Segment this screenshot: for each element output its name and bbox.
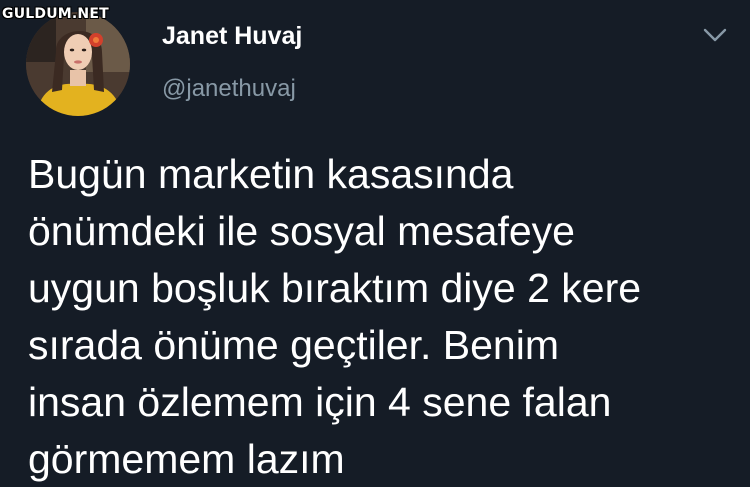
tweet-line: Bugün marketin kasasında [28,151,514,197]
tweet-line: insan özlemem için 4 sene falan [28,379,612,425]
avatar-photo-icon [26,12,130,116]
display-name[interactable]: Janet Huvaj [162,22,302,51]
tweet-line: görmemem lazım [28,436,345,482]
watermark: GULDUM.NET [2,6,109,22]
user-handle[interactable]: @janethuvaj [162,75,296,103]
tweet-line: önümdeki ile sosyal mesafeye [28,208,575,254]
chevron-down-icon[interactable] [702,26,728,44]
avatar[interactable] [26,12,130,116]
tweet-text: Bugün marketin kasasında önümdeki ile so… [28,146,740,487]
tweet-card: GULDUM.NET Janet Huvaj @janethuvaj Bugün… [0,0,750,487]
tweet-line: uygun boşluk bıraktım diye 2 kere [28,265,642,311]
tweet-line: sırada önüme geçtiler. Benim [28,322,559,368]
